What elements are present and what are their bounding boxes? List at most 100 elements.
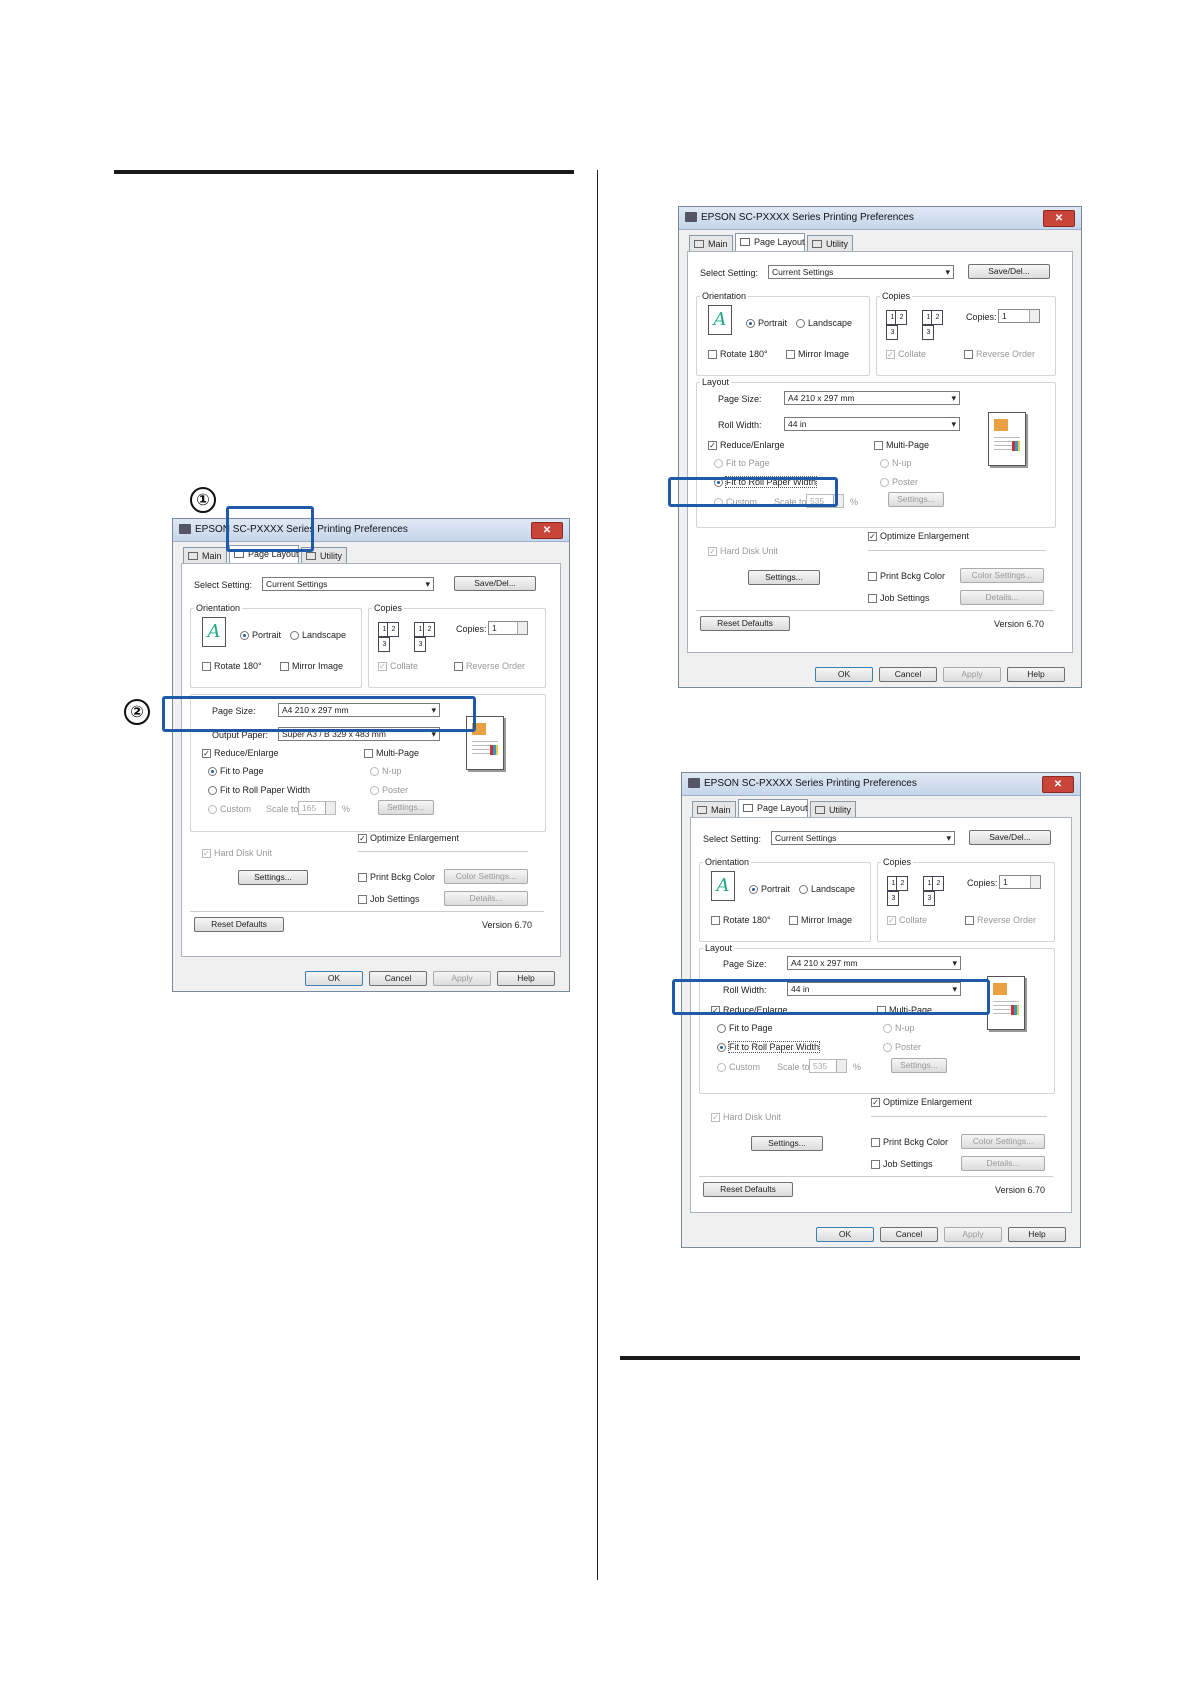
tab-utility[interactable]: Utility xyxy=(807,235,853,251)
roll-width-dropdown[interactable]: 44 in xyxy=(787,982,961,996)
poster-radio[interactable] xyxy=(880,478,889,487)
copies-stepper[interactable]: 1 xyxy=(999,875,1041,889)
fit-to-roll-radio[interactable] xyxy=(208,786,217,795)
optimize-enlargement-checkbox[interactable]: ✓ xyxy=(358,834,367,843)
reduce-enlarge-checkbox[interactable]: ✓ xyxy=(708,441,717,450)
print-bckg-color-checkbox[interactable] xyxy=(868,572,877,581)
cancel-button[interactable]: Cancel xyxy=(369,971,427,986)
collate-checkbox[interactable]: ✓ xyxy=(378,662,387,671)
page-size-dropdown[interactable]: A4 210 x 297 mm xyxy=(784,391,960,405)
ok-button[interactable]: OK xyxy=(815,667,873,682)
nup-radio[interactable] xyxy=(370,767,379,776)
output-paper-dropdown[interactable]: Super A3 / B 329 x 483 mm xyxy=(278,727,440,741)
select-setting-dropdown[interactable]: Current Settings xyxy=(771,831,955,845)
details-button[interactable]: Details... xyxy=(444,891,528,906)
reverse-order-checkbox[interactable] xyxy=(454,662,463,671)
select-setting-dropdown[interactable]: Current Settings xyxy=(768,265,954,279)
fit-to-roll-radio[interactable] xyxy=(717,1043,726,1052)
multi-page-settings-button[interactable]: Settings... xyxy=(891,1058,947,1073)
custom-radio[interactable] xyxy=(717,1063,726,1072)
hard-disk-unit-checkbox[interactable]: ✓ xyxy=(711,1113,720,1122)
tab-main[interactable]: Main xyxy=(689,235,733,251)
scale-stepper[interactable]: 535 xyxy=(809,1059,847,1073)
hard-disk-unit-checkbox[interactable]: ✓ xyxy=(708,547,717,556)
multi-page-settings-button[interactable]: Settings... xyxy=(378,800,434,815)
fit-to-roll-radio[interactable] xyxy=(714,478,723,487)
hard-disk-unit-checkbox[interactable]: ✓ xyxy=(202,849,211,858)
rotate-180-checkbox[interactable] xyxy=(708,350,717,359)
print-bckg-color-checkbox[interactable] xyxy=(871,1138,880,1147)
multi-page-checkbox[interactable] xyxy=(877,1006,886,1015)
custom-radio[interactable] xyxy=(714,498,723,507)
save-del-button[interactable]: Save/Del... xyxy=(454,576,536,591)
portrait-radio[interactable] xyxy=(240,631,249,640)
reset-defaults-button[interactable]: Reset Defaults xyxy=(703,1182,793,1197)
portrait-radio[interactable] xyxy=(749,885,758,894)
portrait-radio[interactable] xyxy=(746,319,755,328)
reverse-order-checkbox[interactable] xyxy=(964,350,973,359)
color-settings-button[interactable]: Color Settings... xyxy=(444,869,528,884)
reduce-enlarge-checkbox[interactable]: ✓ xyxy=(711,1006,720,1015)
close-button[interactable]: ✕ xyxy=(1042,776,1074,793)
hdd-settings-button[interactable]: Settings... xyxy=(238,870,308,885)
details-button[interactable]: Details... xyxy=(960,590,1044,605)
collate-checkbox[interactable]: ✓ xyxy=(887,916,896,925)
details-button[interactable]: Details... xyxy=(961,1156,1045,1171)
landscape-radio[interactable] xyxy=(796,319,805,328)
tab-main[interactable]: Main xyxy=(183,547,227,563)
custom-radio[interactable] xyxy=(208,805,217,814)
optimize-enlargement-checkbox[interactable]: ✓ xyxy=(871,1098,880,1107)
mirror-image-checkbox[interactable] xyxy=(789,916,798,925)
rotate-180-checkbox[interactable] xyxy=(202,662,211,671)
apply-button[interactable]: Apply xyxy=(433,971,491,986)
tab-main[interactable]: Main xyxy=(692,801,736,817)
color-settings-button[interactable]: Color Settings... xyxy=(961,1134,1045,1149)
tab-utility[interactable]: Utility xyxy=(810,801,856,817)
reset-defaults-button[interactable]: Reset Defaults xyxy=(194,917,284,932)
hdd-settings-button[interactable]: Settings... xyxy=(748,570,820,585)
close-button[interactable]: ✕ xyxy=(1043,210,1075,227)
multi-page-settings-button[interactable]: Settings... xyxy=(888,492,944,507)
reduce-enlarge-checkbox[interactable]: ✓ xyxy=(202,749,211,758)
multi-page-checkbox[interactable] xyxy=(874,441,883,450)
scale-stepper[interactable]: 165 xyxy=(298,801,336,815)
roll-width-dropdown[interactable]: 44 in xyxy=(784,417,960,431)
apply-button[interactable]: Apply xyxy=(944,1227,1002,1242)
help-button[interactable]: Help xyxy=(1007,667,1065,682)
optimize-enlargement-checkbox[interactable]: ✓ xyxy=(868,532,877,541)
fit-to-page-radio[interactable] xyxy=(714,459,723,468)
reset-defaults-button[interactable]: Reset Defaults xyxy=(700,616,790,631)
mirror-image-checkbox[interactable] xyxy=(280,662,289,671)
tab-page-layout[interactable]: Page Layout xyxy=(229,545,299,564)
tab-utility[interactable]: Utility xyxy=(301,547,347,563)
landscape-radio[interactable] xyxy=(799,885,808,894)
copies-stepper[interactable]: 1 xyxy=(998,309,1040,323)
save-del-button[interactable]: Save/Del... xyxy=(968,264,1050,279)
mirror-image-checkbox[interactable] xyxy=(786,350,795,359)
collate-checkbox[interactable]: ✓ xyxy=(886,350,895,359)
job-settings-checkbox[interactable] xyxy=(868,594,877,603)
nup-radio[interactable] xyxy=(880,459,889,468)
scale-stepper[interactable]: 535 xyxy=(806,494,844,508)
ok-button[interactable]: OK xyxy=(305,971,363,986)
close-button[interactable]: ✕ xyxy=(531,522,563,539)
print-bckg-color-checkbox[interactable] xyxy=(358,873,367,882)
cancel-button[interactable]: Cancel xyxy=(879,667,937,682)
multi-page-checkbox[interactable] xyxy=(364,749,373,758)
hdd-settings-button[interactable]: Settings... xyxy=(751,1136,823,1151)
page-size-dropdown[interactable]: A4 210 x 297 mm xyxy=(787,956,961,970)
nup-radio[interactable] xyxy=(883,1024,892,1033)
apply-button[interactable]: Apply xyxy=(943,667,1001,682)
save-del-button[interactable]: Save/Del... xyxy=(969,830,1051,845)
page-size-dropdown[interactable]: A4 210 x 297 mm xyxy=(278,703,440,717)
job-settings-checkbox[interactable] xyxy=(871,1160,880,1169)
help-button[interactable]: Help xyxy=(1008,1227,1066,1242)
help-button[interactable]: Help xyxy=(497,971,555,986)
rotate-180-checkbox[interactable] xyxy=(711,916,720,925)
poster-radio[interactable] xyxy=(370,786,379,795)
ok-button[interactable]: OK xyxy=(816,1227,874,1242)
job-settings-checkbox[interactable] xyxy=(358,895,367,904)
select-setting-dropdown[interactable]: Current Settings xyxy=(262,577,434,591)
fit-to-page-radio[interactable] xyxy=(717,1024,726,1033)
reverse-order-checkbox[interactable] xyxy=(965,916,974,925)
